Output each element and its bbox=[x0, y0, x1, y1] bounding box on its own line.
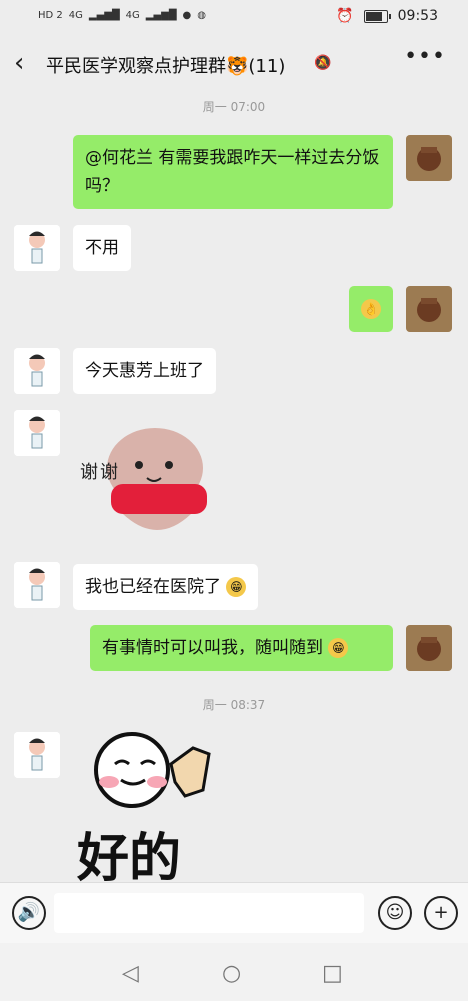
ok-sticker[interactable]: 好的 bbox=[75, 730, 245, 889]
chat-header: ‹ 平民医学观察点护理群🐯(11) 🔕 ••• bbox=[0, 34, 468, 94]
avatar[interactable] bbox=[406, 625, 452, 671]
grin-emoji-icon: 😁 bbox=[328, 638, 349, 658]
battery-icon bbox=[363, 9, 391, 23]
emoji-bubble-right: 👌 bbox=[349, 286, 393, 332]
avatar[interactable] bbox=[14, 225, 60, 271]
message-bubble-left: 不用 bbox=[73, 225, 131, 271]
status-right: ⏰ 09:53 bbox=[336, 8, 438, 24]
signal-icon: ▂▄▆█ bbox=[88, 10, 120, 21]
signal-4g-1: 4G bbox=[68, 10, 83, 21]
avatar[interactable] bbox=[14, 348, 60, 394]
sticker-text: 好的 bbox=[77, 829, 182, 889]
alarm-icon: ⏰ bbox=[336, 8, 354, 24]
thanks-sticker[interactable]: 谢谢 bbox=[75, 418, 225, 550]
signal-4g-2: 4G bbox=[125, 10, 140, 21]
timestamp: 周一 08:37 bbox=[202, 698, 266, 712]
message-bubble-right: @何花兰 有需要我跟咋天一样过去分饭吗？ bbox=[73, 135, 393, 209]
back-nav-icon[interactable]: ◁ bbox=[122, 961, 139, 986]
more-icon[interactable]: ••• bbox=[404, 44, 446, 69]
message-bubble-left: 今天惠芳上班了 bbox=[73, 348, 216, 394]
clock: 09:53 bbox=[397, 8, 438, 24]
message-text: 我也已经在医院了 bbox=[85, 577, 221, 597]
status-bar: HD 2 4G ▂▄▆█ 4G ▂▄▆█ ● ◍ ⏰ 09:53 bbox=[0, 0, 468, 34]
message-icon: ● bbox=[182, 10, 192, 21]
timestamp: 周一 07:00 bbox=[202, 100, 266, 114]
avatar[interactable] bbox=[406, 135, 452, 181]
ok-hand-icon: 👌 bbox=[361, 299, 381, 319]
input-bar: 🔊 ☺ + bbox=[0, 882, 468, 943]
voice-icon[interactable]: 🔊 bbox=[12, 896, 46, 930]
mute-icon: 🔕 bbox=[314, 55, 332, 71]
avatar[interactable] bbox=[14, 562, 60, 608]
message-text: 有事情时可以叫我，随叫随到 bbox=[102, 638, 323, 658]
message-bubble-left: 我也已经在医院了 😁 bbox=[73, 564, 259, 610]
grin-emoji-icon: 😁 bbox=[226, 577, 247, 597]
navigation-bar: ◁ ○ □ bbox=[0, 943, 468, 1001]
status-left: HD 2 4G ▂▄▆█ 4G ▂▄▆█ ● ◍ bbox=[38, 10, 206, 21]
sticker-text: 谢谢 bbox=[80, 462, 120, 483]
avatar[interactable] bbox=[14, 410, 60, 456]
signal-icon-2: ▂▄▆█ bbox=[145, 10, 177, 21]
back-icon[interactable]: ‹ bbox=[14, 48, 24, 78]
message-bubble-right: 有事情时可以叫我，随叫随到 😁 bbox=[90, 625, 393, 671]
chat-title: 平民医学观察点护理群🐯(11) bbox=[46, 56, 286, 77]
avatar[interactable] bbox=[14, 732, 60, 778]
avatar[interactable] bbox=[406, 286, 452, 332]
message-input[interactable] bbox=[54, 893, 364, 933]
home-nav-icon[interactable]: ○ bbox=[222, 961, 241, 986]
hd-indicator: HD 2 bbox=[38, 10, 63, 21]
app-icon: ◍ bbox=[197, 10, 207, 21]
recent-nav-icon[interactable]: □ bbox=[322, 961, 343, 986]
emoji-icon[interactable]: ☺ bbox=[378, 896, 412, 930]
plus-icon[interactable]: + bbox=[424, 896, 458, 930]
